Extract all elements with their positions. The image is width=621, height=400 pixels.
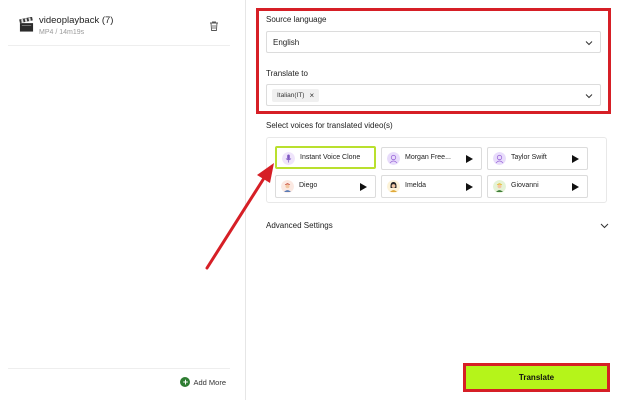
file-item[interactable]: videoplayback (7) MP4 / 14m19s bbox=[8, 10, 230, 46]
voice-name: Giovanni bbox=[511, 182, 539, 189]
advanced-settings-toggle[interactable]: Advanced Settings bbox=[266, 218, 609, 234]
clapperboard-icon bbox=[19, 17, 34, 32]
voice-name: Taylor Swift bbox=[511, 154, 547, 161]
voice-card-morgan-freeman[interactable]: Morgan Free... bbox=[381, 147, 482, 170]
play-icon[interactable] bbox=[466, 183, 473, 191]
file-name: videoplayback (7) bbox=[39, 15, 114, 26]
voice-card-instant-voice-clone[interactable]: Instant Voice Clone bbox=[275, 146, 376, 169]
chevron-down-icon bbox=[585, 41, 593, 46]
left-footer: + Add More bbox=[8, 368, 230, 400]
add-more-button[interactable]: + Add More bbox=[180, 377, 226, 387]
voice-card-imelda[interactable]: Imelda bbox=[381, 175, 482, 198]
chevron-down-icon bbox=[585, 94, 593, 99]
voice-name: Instant Voice Clone bbox=[300, 154, 361, 161]
close-icon[interactable]: × bbox=[309, 89, 314, 102]
play-icon[interactable] bbox=[466, 155, 473, 163]
play-icon[interactable] bbox=[572, 183, 579, 191]
chevron-down-icon bbox=[600, 223, 609, 229]
microphone-avatar-icon bbox=[282, 152, 295, 165]
person-avatar-icon bbox=[493, 180, 506, 193]
add-more-label: Add More bbox=[193, 377, 226, 387]
source-language-value: English bbox=[273, 38, 300, 47]
advanced-settings-label: Advanced Settings bbox=[266, 221, 333, 230]
language-settings-highlight: Source language English Translate to Ita… bbox=[256, 8, 611, 114]
file-meta: MP4 / 14m19s bbox=[39, 29, 85, 36]
source-language-label: Source language bbox=[266, 15, 327, 24]
settings-panel: Source language English Translate to Ita… bbox=[246, 0, 621, 400]
person-avatar-icon bbox=[493, 152, 506, 165]
translate-button-highlight: Translate bbox=[463, 363, 610, 392]
person-avatar-icon bbox=[387, 180, 400, 193]
person-avatar-icon bbox=[281, 180, 294, 193]
play-icon[interactable] bbox=[360, 183, 367, 191]
language-tag-label: Italian(IT) bbox=[277, 92, 305, 99]
play-icon[interactable] bbox=[572, 155, 579, 163]
voice-grid: Instant Voice Clone Morgan Free... Taylo… bbox=[266, 137, 607, 203]
voice-card-taylor-swift[interactable]: Taylor Swift bbox=[487, 147, 588, 170]
language-tag: Italian(IT) × bbox=[272, 89, 320, 102]
plus-circle-icon: + bbox=[180, 377, 191, 387]
voice-name: Diego bbox=[299, 182, 318, 189]
trash-icon[interactable] bbox=[208, 20, 220, 32]
voice-card-giovanni[interactable]: Giovanni bbox=[487, 175, 588, 198]
file-list-panel: videoplayback (7) MP4 / 14m19s + Add Mor… bbox=[0, 0, 246, 400]
translate-to-select[interactable]: Italian(IT) × bbox=[266, 84, 601, 106]
person-avatar-icon bbox=[387, 152, 400, 165]
voice-name: Morgan Free... bbox=[405, 154, 451, 161]
translate-button[interactable]: Translate bbox=[466, 366, 607, 389]
voices-section-label: Select voices for translated video(s) bbox=[266, 121, 393, 130]
source-language-select[interactable]: English bbox=[266, 31, 601, 53]
voice-name: Imelda bbox=[405, 182, 427, 189]
voice-card-diego[interactable]: Diego bbox=[275, 175, 376, 198]
translate-to-label: Translate to bbox=[266, 69, 308, 78]
